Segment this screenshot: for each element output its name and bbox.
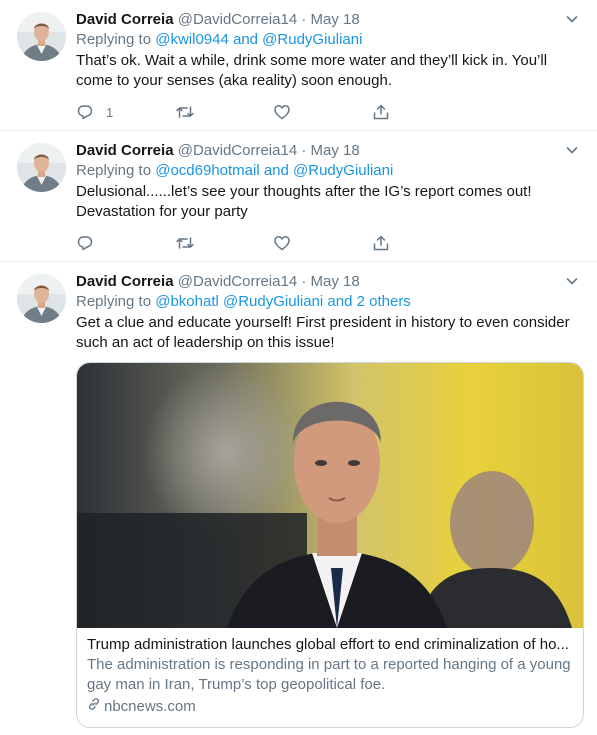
like-icon <box>273 234 291 252</box>
separator-dot: · <box>301 273 307 290</box>
tweet-header: David Correia @DavidCorreia14 · May 18 <box>76 141 583 161</box>
separator-dot: · <box>301 142 307 159</box>
replying-to: Replying to @ocd69hotmail and @RudyGiuli… <box>76 161 583 181</box>
tweet-date[interactable]: May 18 <box>311 11 360 28</box>
replying-to-link[interactable]: @kwil0944 and @RudyGiuliani <box>155 31 362 48</box>
share-icon <box>372 103 390 121</box>
retweet-button[interactable] <box>175 101 195 123</box>
chevron-down-icon[interactable] <box>561 270 583 292</box>
tweet-date[interactable]: May 18 <box>311 273 360 290</box>
replying-to-link[interactable]: @ocd69hotmail and @RudyGiuliani <box>155 162 393 179</box>
retweet-icon <box>175 234 195 252</box>
share-icon <box>372 234 390 252</box>
tweet[interactable]: David Correia @DavidCorreia14 · May 18 R… <box>0 262 597 735</box>
card-description: The administration is responding in part… <box>87 656 571 693</box>
reply-button[interactable]: 1 <box>76 101 113 123</box>
share-button[interactable] <box>372 232 390 254</box>
card-domain: nbcnews.com <box>87 697 573 717</box>
separator-dot: · <box>301 11 307 28</box>
author-handle[interactable]: @DavidCorreia14 <box>178 11 297 28</box>
tweet-header: David Correia @DavidCorreia14 · May 18 <box>76 10 583 30</box>
author-handle[interactable]: @DavidCorreia14 <box>178 142 297 159</box>
retweet-icon <box>175 103 195 121</box>
link-icon <box>87 697 104 717</box>
card-domain-text[interactable]: nbcnews.com <box>104 697 196 717</box>
tweet-text: Get a clue and educate yourself! First p… <box>76 314 570 351</box>
card-title: Trump administration launches global eff… <box>87 636 569 653</box>
like-icon <box>273 103 291 121</box>
chevron-down-icon[interactable] <box>561 8 583 30</box>
tweet-date[interactable]: May 18 <box>311 142 360 159</box>
card-image <box>77 363 583 628</box>
reply-button[interactable] <box>76 232 106 254</box>
tweet-text: That’s ok. Wait a while, drink some more… <box>76 52 548 89</box>
chevron-down-icon[interactable] <box>561 139 583 161</box>
author-name[interactable]: David Correia <box>76 273 174 290</box>
tweet-text: Delusional......let’s see your thoughts … <box>76 183 532 220</box>
retweet-button[interactable] <box>175 232 195 254</box>
avatar[interactable] <box>17 12 66 61</box>
replying-to: Replying to @bkohatl @RudyGiuliani and 2… <box>76 292 583 312</box>
avatar[interactable] <box>17 274 66 323</box>
like-button[interactable] <box>273 101 291 123</box>
author-handle[interactable]: @DavidCorreia14 <box>178 273 297 290</box>
replying-prefix: Replying to <box>76 31 152 48</box>
author-name[interactable]: David Correia <box>76 142 174 159</box>
author-name[interactable]: David Correia <box>76 11 174 28</box>
replying-prefix: Replying to <box>76 162 152 179</box>
replying-to-link[interactable]: @bkohatl @RudyGiuliani and 2 others <box>155 293 411 310</box>
link-card[interactable]: Trump administration launches global eff… <box>76 362 584 728</box>
share-button[interactable] <box>372 101 390 123</box>
reply-count: 1 <box>106 104 114 120</box>
tweet-actions: 1 <box>76 101 476 123</box>
tweet-header: David Correia @DavidCorreia14 · May 18 <box>76 272 583 292</box>
reply-icon <box>76 103 94 121</box>
avatar[interactable] <box>17 143 66 192</box>
replying-prefix: Replying to <box>76 293 152 310</box>
tweet[interactable]: David Correia @DavidCorreia14 · May 18 R… <box>0 0 597 131</box>
reply-icon <box>76 234 94 252</box>
like-button[interactable] <box>273 232 291 254</box>
replying-to: Replying to @kwil0944 and @RudyGiuliani <box>76 30 583 50</box>
tweet-actions <box>76 232 476 254</box>
tweet[interactable]: David Correia @DavidCorreia14 · May 18 R… <box>0 131 597 262</box>
